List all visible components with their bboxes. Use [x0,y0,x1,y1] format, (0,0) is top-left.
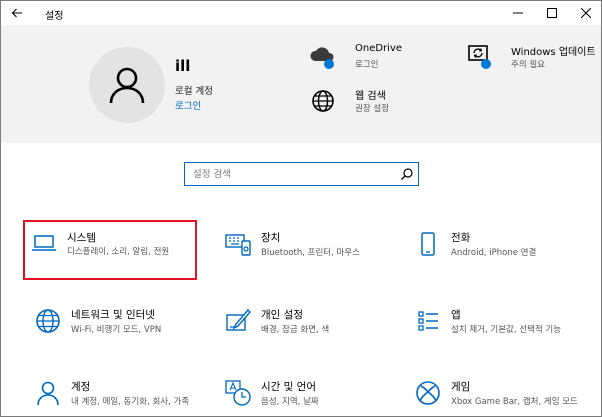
onedrive-title: OneDrive [355,43,403,54]
user-name: ill [175,57,191,75]
tile-system[interactable]: 시스템 디스플레이, 소리, 알림, 전원 [23,220,197,280]
personalization-icon [223,306,253,336]
tile-accounts-title: 계정 [71,381,91,393]
user-icon [109,67,145,104]
xbox-icon [413,378,443,408]
tile-accounts[interactable]: 계정 내 계정, 메일, 동기화, 회사, 가족 [27,371,207,416]
close-button[interactable] [569,1,601,25]
tile-time-language-title: 시간 및 언어 [261,381,316,393]
globe-icon [33,306,63,336]
web-search-title: 웹 검색 [355,91,386,102]
tile-phone-desc: Android, iPhone 연결 [451,248,537,258]
tile-devices[interactable]: 장치 Bluetooth, 프린터, 마우스 [217,222,397,282]
onedrive-icon [309,43,337,71]
tile-network[interactable]: 네트워크 및 인터넷 Wi-Fi, 비행기 모드, VPN [27,299,207,359]
onedrive-status: 로그인 [355,60,379,70]
tile-time-language-desc: 음성, 지역, 날짜 [261,397,319,407]
tile-personalization-desc: 배경, 잠금 화면, 색 [261,325,330,335]
settings-window: 설정 ill 로컬 계정 로그인 OneDrive 로그인 Windows 업데… [0,0,602,417]
minimize-icon [513,12,523,14]
account-header: ill 로컬 계정 로그인 OneDrive 로그인 Windows 업데이트 … [1,25,601,143]
tile-network-title: 네트워크 및 인터넷 [71,309,155,321]
web-search-status: 권장 설정 [355,104,389,114]
minimize-button[interactable] [501,1,535,25]
tile-devices-title: 장치 [261,232,281,244]
search-input[interactable] [185,163,390,185]
tile-devices-desc: Bluetooth, 프린터, 마우스 [261,248,360,258]
windows-update-icon [465,43,493,71]
devices-icon [223,229,253,259]
tile-accounts-desc: 내 계정, 메일, 동기화, 회사, 가족 [71,397,190,407]
tile-system-title: 시스템 [67,232,96,244]
phone-icon [413,229,443,259]
tile-personalization[interactable]: 개인 설정 배경, 잠금 화면, 색 [217,299,397,359]
windows-update-title: Windows 업데이트 [511,47,596,58]
window-title: 설정 [45,11,64,22]
tile-gaming[interactable]: 게임 Xbox Game Bar, 캡처, 게임 모드 [407,371,587,416]
login-link[interactable]: 로그인 [175,98,201,112]
onedrive-shortcut[interactable]: OneDrive 로그인 [307,41,437,77]
windows-update-shortcut[interactable]: Windows 업데이트 주의 필요 [463,41,599,77]
tile-personalization-title: 개인 설정 [261,309,303,321]
search-box[interactable] [184,162,419,186]
maximize-button[interactable] [535,1,569,25]
maximize-icon [547,8,557,18]
tile-apps-desc: 설치 제거, 기본값, 선택적 기능 [451,325,562,335]
time-language-icon [223,378,253,408]
back-arrow-icon [11,8,22,18]
laptop-icon [29,228,59,258]
tile-apps[interactable]: 앱 설치 제거, 기본값, 선택적 기능 [407,299,587,359]
tile-gaming-title: 게임 [451,381,471,393]
windows-update-status: 주의 필요 [511,60,545,70]
title-bar: 설정 [1,1,601,25]
account-icon [33,378,63,408]
tile-network-desc: Wi-Fi, 비행기 모드, VPN [71,325,162,335]
tile-gaming-desc: Xbox Game Bar, 캡처, 게임 모드 [451,397,578,407]
tile-phone[interactable]: 전화 Android, iPhone 연결 [407,222,587,282]
avatar[interactable] [89,47,165,123]
tile-time-language[interactable]: 시간 및 언어 음성, 지역, 날짜 [217,371,397,416]
back-button[interactable] [7,3,27,23]
account-type: 로컬 계정 [175,86,213,97]
search-icon[interactable] [400,167,414,181]
apps-icon [413,306,443,336]
tile-phone-title: 전화 [451,232,471,244]
close-icon [581,8,591,18]
web-search-shortcut[interactable]: 웹 검색 권장 설정 [307,85,437,121]
tile-system-desc: 디스플레이, 소리, 알림, 전원 [67,247,170,257]
globe-icon [309,87,337,115]
tile-apps-title: 앱 [451,309,461,321]
